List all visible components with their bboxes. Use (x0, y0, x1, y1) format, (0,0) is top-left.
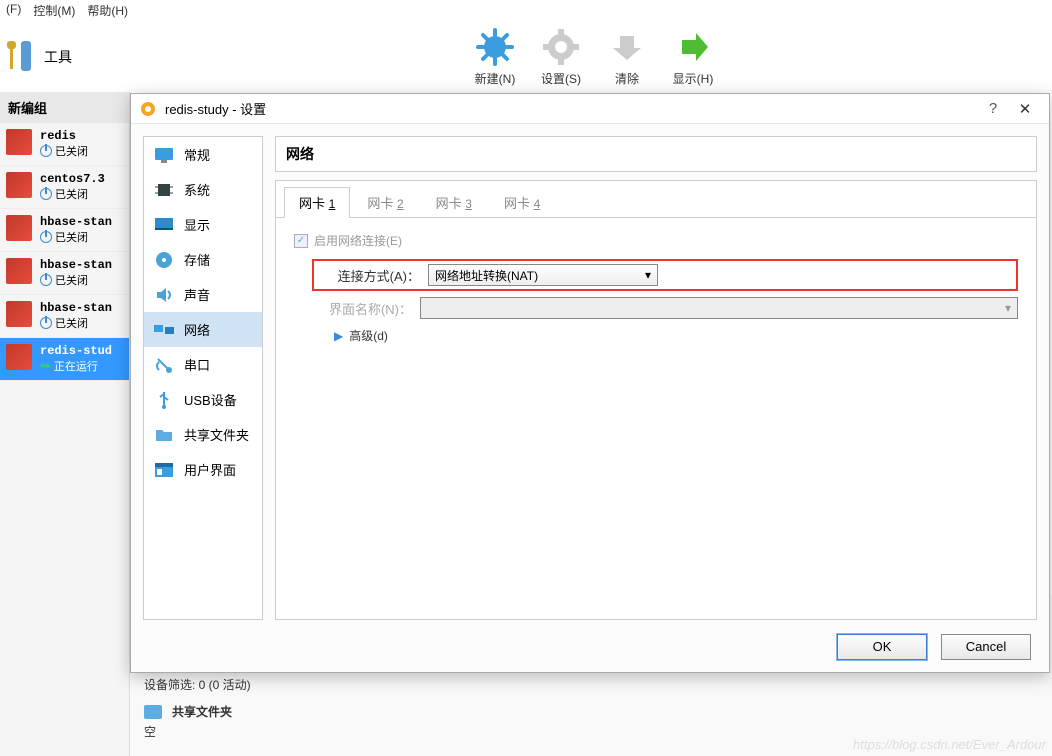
running-icon: ➡ (40, 358, 51, 374)
advanced-expander[interactable]: ▶ 高级(d) (334, 327, 1018, 344)
storage-icon (154, 252, 174, 268)
dialog-title: redis-study - 设置 (165, 99, 977, 118)
vm-status: ➡ 正在运行 (40, 358, 112, 374)
arrow-down-icon (607, 27, 647, 67)
category-network[interactable]: 网络 (144, 312, 262, 347)
dialog-titlebar: redis-study - 设置 ? ✕ (131, 94, 1049, 124)
vm-item-3[interactable]: hbase-stan 已关闭 (0, 252, 129, 295)
cancel-button[interactable]: Cancel (941, 634, 1031, 660)
category-storage[interactable]: 存储 (144, 242, 262, 277)
watermark: https://blog.csdn.net/Ever_Ardour (853, 737, 1046, 752)
folder-icon (144, 705, 162, 719)
power-off-icon (40, 317, 52, 329)
category-folder[interactable]: 共享文件夹 (144, 417, 262, 452)
menu-control[interactable]: 控制(M) (33, 2, 75, 20)
category-chip[interactable]: 系统 (144, 172, 262, 207)
vm-name: hbase-stan (40, 215, 112, 229)
network-icon (154, 322, 174, 338)
vm-item-4[interactable]: hbase-stan 已关闭 (0, 295, 129, 338)
show-button[interactable]: 显示(H) (663, 27, 723, 87)
vm-status: 已关闭 (40, 143, 88, 159)
vm-name: redis-stud (40, 344, 112, 358)
gear-icon (541, 27, 581, 67)
category-sound[interactable]: 声音 (144, 277, 262, 312)
interface-name-dropdown: ▾ (420, 297, 1018, 319)
ui-icon (154, 462, 174, 478)
main-toolbar: 工具 新建(N) 设置(S) 清除 显示(H) (0, 22, 1052, 92)
triangle-right-icon: ▶ (334, 329, 343, 343)
shared-empty: 空 (144, 723, 156, 740)
interface-name-label: 界面名称(N)： (312, 299, 412, 318)
vm-status: 已关闭 (40, 186, 105, 202)
vm-status: 已关闭 (40, 315, 112, 331)
connection-mode-dropdown[interactable]: 网络地址转换(NAT) ▾ (428, 264, 658, 286)
vm-item-2[interactable]: hbase-stan 已关闭 (0, 209, 129, 252)
tab-adapter-1[interactable]: 网卡 1 (284, 187, 350, 218)
category-ui[interactable]: 用户界面 (144, 452, 262, 487)
sound-icon (154, 287, 174, 303)
highlight-connection-mode: 连接方式(A)： 网络地址转换(NAT) ▾ (312, 259, 1018, 291)
power-off-icon (40, 188, 52, 200)
category-serial[interactable]: 串口 (144, 347, 262, 382)
chevron-down-icon: ▾ (645, 268, 651, 282)
vm-item-5[interactable]: redis-stud ➡ 正在运行 (0, 338, 129, 381)
category-usb[interactable]: USB设备 (144, 382, 262, 417)
vm-thumbnail (6, 129, 32, 155)
dialog-help-button[interactable]: ? (977, 100, 1009, 117)
settings-button[interactable]: 设置(S) (531, 27, 591, 87)
content-header: 网络 (275, 136, 1037, 172)
settings-category-list: 常规 系统 显示 存储 声音 网络 串口 USB设备 共享文件夹 (143, 136, 263, 620)
vm-name: redis (40, 129, 88, 143)
vm-thumbnail (6, 172, 32, 198)
vm-status: 已关闭 (40, 229, 112, 245)
power-off-icon (40, 274, 52, 286)
menu-file[interactable]: (F) (6, 2, 21, 20)
arrow-right-icon (673, 27, 713, 67)
vm-item-1[interactable]: centos7.3 已关闭 (0, 166, 129, 209)
usb-icon (154, 392, 174, 408)
sidebar-group-header[interactable]: 新编组 (0, 92, 129, 123)
power-off-icon (40, 231, 52, 243)
chip-icon (154, 182, 174, 198)
checkmark-icon: ✓ (294, 234, 308, 248)
vm-name: hbase-stan (40, 301, 112, 315)
vm-thumbnail (6, 301, 32, 327)
chevron-down-icon: ▾ (1005, 301, 1011, 315)
settings-dialog: redis-study - 设置 ? ✕ 常规 系统 显示 存储 声音 网络 (130, 93, 1050, 673)
vm-name: centos7.3 (40, 172, 105, 186)
vm-name: hbase-stan (40, 258, 112, 272)
menu-help[interactable]: 帮助(H) (87, 2, 128, 20)
settings-dialog-icon (139, 100, 157, 118)
tab-adapter-3[interactable]: 网卡 3 (421, 187, 487, 217)
category-display[interactable]: 显示 (144, 207, 262, 242)
ok-button[interactable]: OK (837, 634, 927, 660)
power-off-icon (40, 145, 52, 157)
tab-adapter-2[interactable]: 网卡 2 (352, 187, 418, 217)
new-button[interactable]: 新建(N) (465, 27, 525, 87)
shared-folders-label: 共享文件夹 (172, 703, 232, 720)
vm-thumbnail (6, 215, 32, 241)
tab-adapter-4[interactable]: 网卡 4 (489, 187, 555, 217)
dialog-close-button[interactable]: ✕ (1009, 100, 1041, 118)
network-tabs: 网卡 1网卡 2网卡 3网卡 4 (276, 181, 1036, 218)
enable-network-checkbox[interactable]: ✓ 启用网络连接(E) (294, 232, 1018, 249)
vm-thumbnail (6, 258, 32, 284)
usb-filter-text: 设备筛选: 0 (0 活动) (144, 676, 251, 693)
connection-mode-label: 连接方式(A)： (320, 266, 420, 285)
vm-item-0[interactable]: redis 已关闭 (0, 123, 129, 166)
folder-icon (154, 427, 174, 443)
vm-thumbnail (6, 344, 32, 370)
tools-label: 工具 (44, 47, 72, 67)
vm-sidebar: 新编组 redis 已关闭 centos7.3 已关闭 hbase-stan 已… (0, 92, 130, 756)
tools-icon (6, 37, 36, 77)
serial-icon (154, 357, 174, 373)
monitor-icon (154, 147, 174, 163)
menubar: (F) 控制(M) 帮助(H) (0, 0, 1052, 22)
display-icon (154, 217, 174, 233)
clear-button[interactable]: 清除 (597, 27, 657, 87)
category-monitor[interactable]: 常规 (144, 137, 262, 172)
sun-icon (475, 27, 515, 67)
vm-status: 已关闭 (40, 272, 112, 288)
